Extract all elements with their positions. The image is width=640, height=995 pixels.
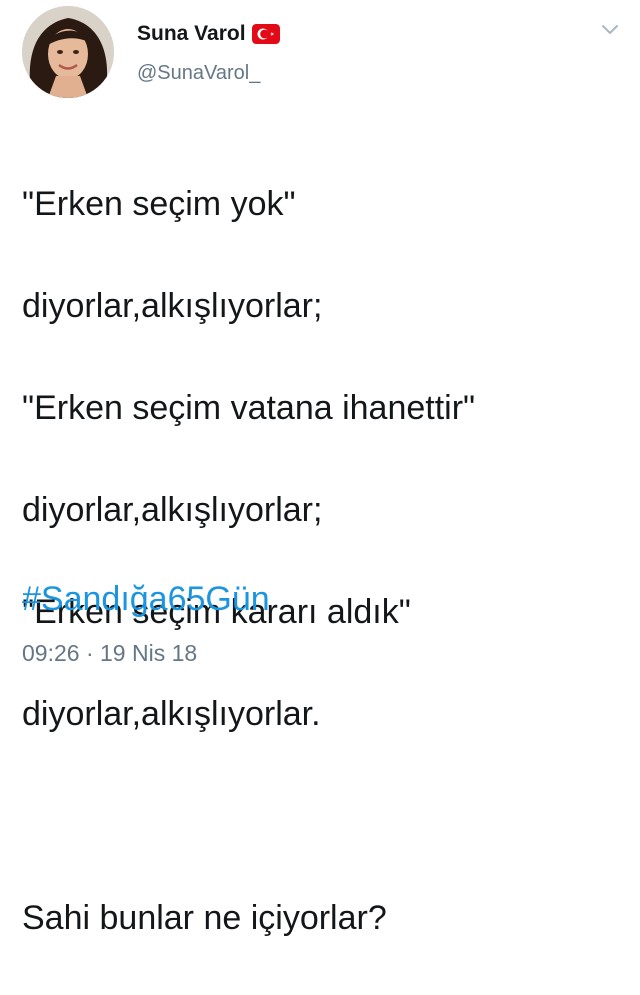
avatar-image <box>22 6 114 98</box>
tweet-line: "Erken seçim vatana ihanettir" <box>22 389 476 427</box>
tweet-line: Sahi bunlar ne içiyorlar? <box>22 899 387 937</box>
tweet-card: Suna Varol @SunaVarol_ "Erken seçim yok"… <box>0 0 640 937</box>
author-name-row: Suna Varol <box>137 22 280 46</box>
avatar[interactable] <box>22 6 114 98</box>
tweet-timestamp[interactable]: 09:26 · 19 Nis 18 <box>22 640 197 667</box>
tweet-line: diyorlar,alkışlıyorlar; <box>22 491 323 529</box>
tweet-line: diyorlar,alkışlıyorlar. <box>22 695 321 733</box>
display-name[interactable]: Suna Varol <box>137 22 246 46</box>
tweet-line: "Erken seçim yok" <box>22 185 296 223</box>
tweet-text: "Erken seçim yok" diyorlar,alkışlıyorlar… <box>22 128 622 995</box>
user-handle[interactable]: @SunaVarol_ <box>137 62 260 85</box>
hashtag-link[interactable]: #Sandığa65Gün <box>22 580 270 619</box>
chevron-down-icon[interactable] <box>598 18 622 42</box>
tweet-line: diyorlar,alkışlıyorlar; <box>22 287 323 325</box>
turkey-flag-icon <box>251 24 280 44</box>
